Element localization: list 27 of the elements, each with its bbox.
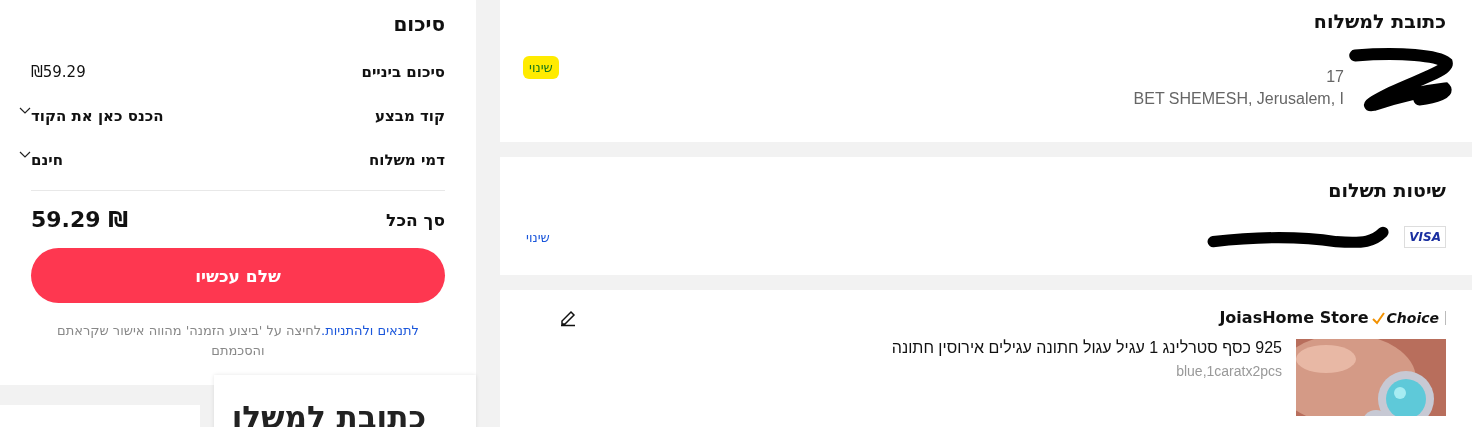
change-link[interactable]: שינוי — [526, 229, 550, 245]
summary-value: ₪59.29 — [31, 63, 86, 81]
check-icon — [1370, 310, 1385, 325]
pay-now-button[interactable]: שלם עכשיו — [31, 248, 445, 303]
summary-title: סיכום — [392, 12, 445, 36]
store-name: JoiasHome Store — [1219, 308, 1369, 327]
change-link[interactable]: שינוי — [523, 56, 559, 79]
summary-label: סיכום ביניים — [361, 63, 445, 81]
visa-card-icon: VISA — [1404, 226, 1446, 248]
chevron-down-icon[interactable] — [19, 151, 31, 159]
chevron-down-icon[interactable] — [19, 107, 31, 115]
summary-label: דמי משלוח — [368, 151, 445, 169]
product-variant: blue,1caratx2pcs — [1175, 363, 1282, 379]
choice-label: Choice — [1386, 309, 1439, 326]
terms-text: לתנאים ולהתניות.לחיצה על 'ביצוע הזמנה' מהווה אישור שקראתם והסכמתם — [57, 323, 419, 358]
product-title[interactable]: 925 כסף סטרלינג 1 עגיל עגול חתונה עגילים אירוסין חתונה — [891, 339, 1282, 357]
terms-link[interactable]: לתנאים ולהתניות. — [321, 323, 419, 338]
summary-label: קוד מבצע — [374, 107, 445, 125]
address-line: 17 — [1325, 67, 1344, 87]
total-label: סך הכל — [386, 209, 445, 230]
edit-icon[interactable] — [559, 308, 577, 327]
dropdown-value[interactable]: הכנס כאן את הקוד — [31, 107, 164, 125]
section-title: כתובת למשלוח — [1312, 10, 1446, 32]
section-title: שיטות תשלום — [1327, 179, 1446, 201]
address-line: BET SHEMESH, Jerusalem, I — [1133, 89, 1344, 109]
total-price: ₪ 59.29 — [31, 207, 129, 232]
dropdown-value[interactable]: חינם — [31, 151, 63, 169]
